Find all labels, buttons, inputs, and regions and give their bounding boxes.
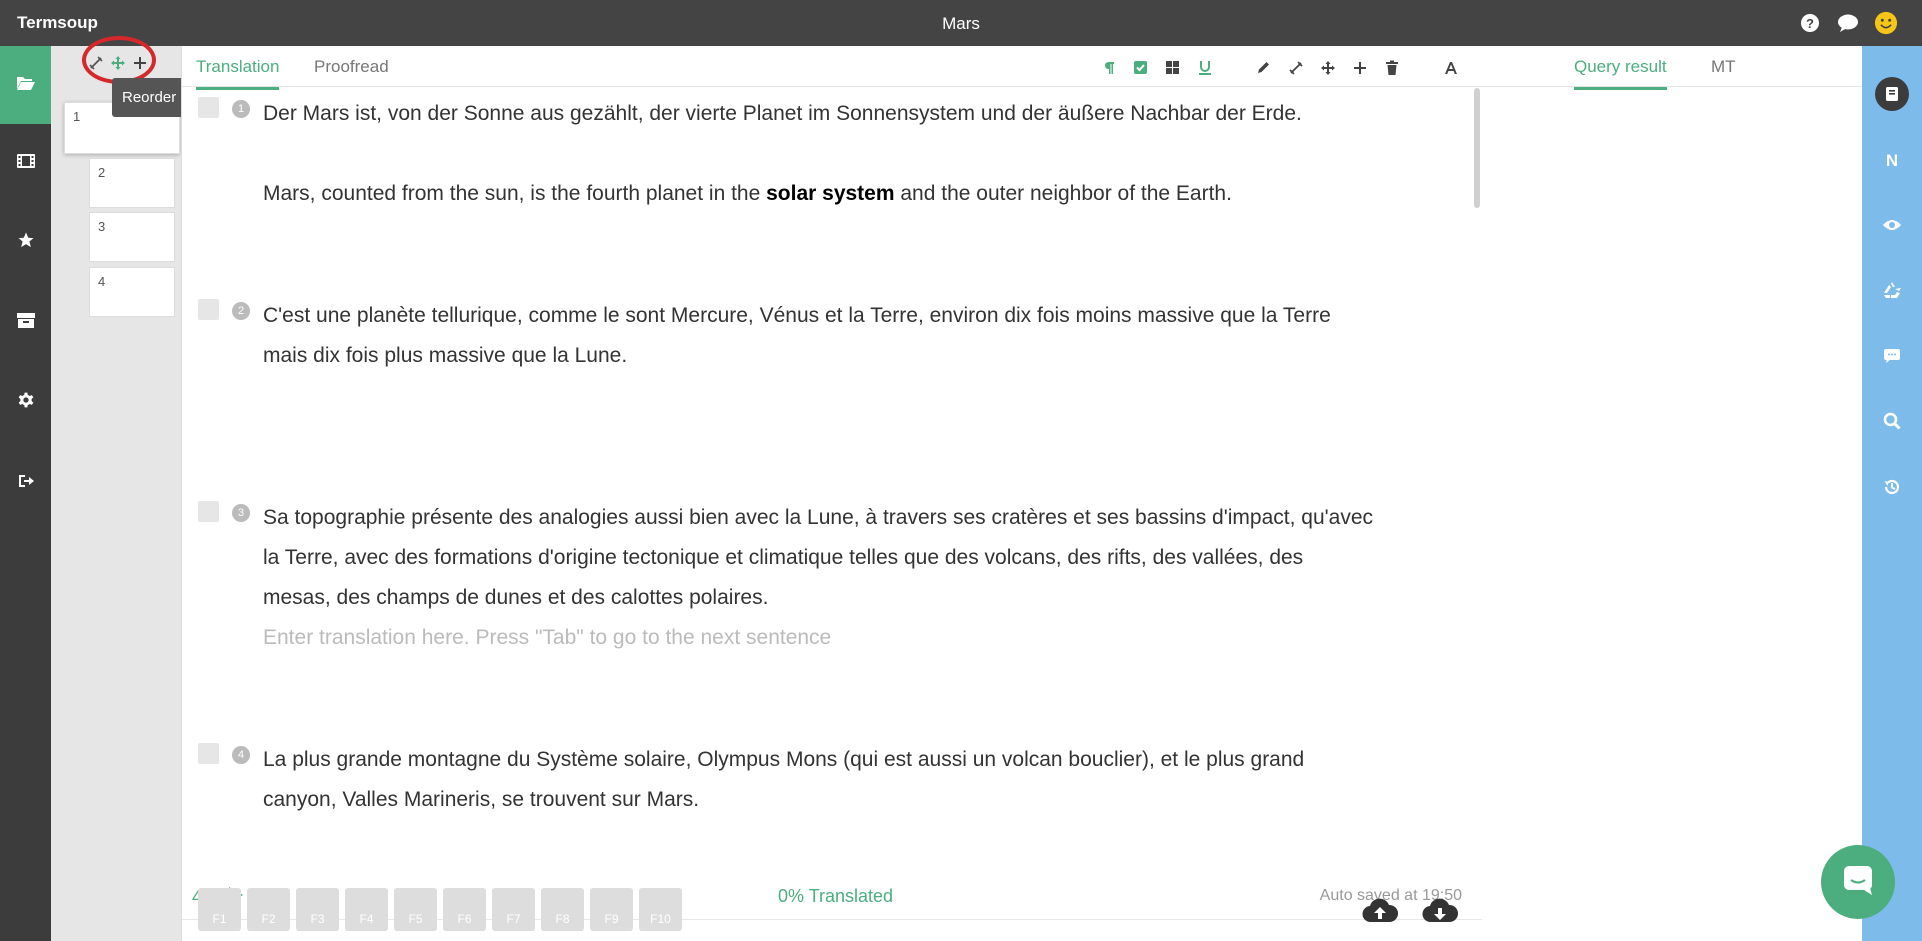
star-icon — [17, 231, 35, 254]
fkey-f1[interactable]: F1 — [198, 888, 241, 931]
rail-glossary[interactable] — [1862, 72, 1922, 116]
fkey-f6[interactable]: F6 — [443, 888, 486, 931]
help-icon[interactable]: ? — [1798, 11, 1822, 35]
nav-logout[interactable] — [0, 444, 51, 522]
fkey-f9[interactable]: F9 — [590, 888, 633, 931]
query-panel: Query result MT — [1482, 46, 1862, 941]
archive-box-icon — [16, 311, 36, 334]
segment-source: C'est une planète tellurique, comme le s… — [263, 304, 1331, 367]
editor-toolbar — [1097, 56, 1462, 79]
tab-proofread[interactable]: Proofread — [314, 57, 389, 87]
rail-comments[interactable] — [1862, 336, 1922, 380]
check-square-icon[interactable] — [1129, 56, 1152, 79]
rail-recycle[interactable] — [1862, 270, 1922, 314]
chat-widget-icon — [1840, 862, 1876, 903]
nav-projects[interactable] — [0, 46, 51, 124]
paragraph-card-4[interactable]: 4 — [89, 267, 175, 317]
nav-store[interactable] — [0, 283, 51, 361]
segment-checkbox[interactable] — [198, 97, 219, 118]
top-icons: ? — [1798, 11, 1898, 35]
underline-icon[interactable] — [1193, 56, 1216, 79]
function-keys: F1 F2 F3 F4 F5 F6 F7 F8 F9 F10 — [198, 888, 682, 931]
eye-icon — [1882, 218, 1902, 237]
segment-source: La plus grande montagne du Système solai… — [263, 748, 1305, 811]
right-rail: N — [1862, 46, 1922, 941]
user-avatar-smiley-icon[interactable] — [1874, 11, 1898, 35]
rail-preview[interactable] — [1862, 205, 1922, 249]
segment-checkbox[interactable] — [198, 743, 219, 764]
nav-favorites[interactable] — [0, 203, 51, 281]
gear-icon — [18, 392, 34, 413]
chat-icon[interactable] — [1836, 11, 1860, 35]
nav-settings[interactable] — [0, 363, 51, 441]
left-nav — [0, 46, 51, 941]
fkey-f5[interactable]: F5 — [394, 888, 437, 931]
fkey-f7[interactable]: F7 — [492, 888, 535, 931]
comment-icon — [1883, 348, 1901, 369]
fkey-f8[interactable]: F8 — [541, 888, 584, 931]
segment-checkbox[interactable] — [198, 299, 219, 320]
highlighted-term[interactable]: solar system — [766, 182, 894, 205]
merge-icon[interactable] — [1284, 56, 1307, 79]
segment-number: 3 — [232, 504, 250, 522]
add-icon[interactable] — [1348, 56, 1371, 79]
document-title: Mars — [942, 14, 980, 33]
font-icon[interactable] — [1439, 56, 1462, 79]
fkey-f2[interactable]: F2 — [247, 888, 290, 931]
move-icon[interactable] — [1316, 56, 1339, 79]
segment-target[interactable]: Mars, counted from the sun, is the fourt… — [263, 174, 1373, 214]
fkey-f10[interactable]: F10 — [639, 888, 682, 931]
paragraph-card-3[interactable]: 3 — [89, 212, 175, 262]
paragraph-panel: 1 2 3 4 — [51, 46, 181, 941]
editor-scrollbar[interactable] — [1474, 88, 1480, 208]
rail-notes[interactable]: N — [1862, 139, 1922, 183]
target-text: Mars, counted from the sun, is the fourt… — [263, 182, 767, 205]
recycle-icon — [1882, 281, 1902, 304]
history-icon — [1883, 478, 1901, 501]
highlight-circle — [82, 36, 156, 84]
tab-query-result[interactable]: Query result — [1574, 57, 1667, 90]
rail-search[interactable] — [1862, 401, 1922, 445]
n-letter-icon: N — [1885, 151, 1899, 170]
fkey-f3[interactable]: F3 — [296, 888, 339, 931]
grid-view-icon[interactable] — [1161, 56, 1184, 79]
segment-number: 2 — [232, 302, 250, 320]
segment-number: 4 — [232, 746, 250, 764]
translated-progress: 0% Translated — [778, 886, 894, 906]
trash-icon[interactable] — [1380, 56, 1403, 79]
cloud-upload-icon[interactable] — [1362, 896, 1399, 926]
pencil-icon[interactable] — [1252, 56, 1275, 79]
translation-input[interactable]: Enter translation here. Press "Tab" to g… — [263, 618, 1373, 658]
support-chat-button[interactable] — [1821, 845, 1895, 919]
fkey-f4[interactable]: F4 — [345, 888, 388, 931]
segment-checkbox[interactable] — [198, 501, 219, 522]
pilcrow-icon[interactable] — [1097, 56, 1120, 79]
editor-panel: Translation Proofread 1 Der Mars ist, vo… — [181, 46, 1483, 941]
search-icon — [1883, 412, 1901, 435]
rail-history[interactable] — [1862, 467, 1922, 511]
segment-list: 1 Der Mars ist, von der Sonne aus gezähl… — [182, 86, 1470, 876]
target-text: and the outer neighbor of the Earth. — [894, 182, 1232, 205]
svg-text:?: ? — [1806, 16, 1814, 31]
segment-source: Sa topographie présente des analogies au… — [263, 506, 1373, 609]
nav-media[interactable] — [0, 124, 51, 202]
paragraph-card-2[interactable]: 2 — [89, 158, 175, 208]
sign-out-icon — [17, 473, 35, 494]
title-bar: Termsoup Mars ? — [0, 0, 1922, 46]
query-tabs: Query result MT — [1482, 46, 1862, 90]
cloud-download-icon[interactable] — [1422, 896, 1459, 926]
editor-tabs: Translation Proofread — [182, 46, 1482, 90]
folder-open-icon — [16, 75, 36, 96]
book-icon — [1875, 77, 1909, 111]
segment-number: 1 — [232, 100, 250, 118]
tab-mt[interactable]: MT — [1711, 57, 1736, 87]
segment-source: Der Mars ist, von der Sonne aus gezählt,… — [263, 102, 1302, 125]
film-icon — [16, 153, 36, 174]
